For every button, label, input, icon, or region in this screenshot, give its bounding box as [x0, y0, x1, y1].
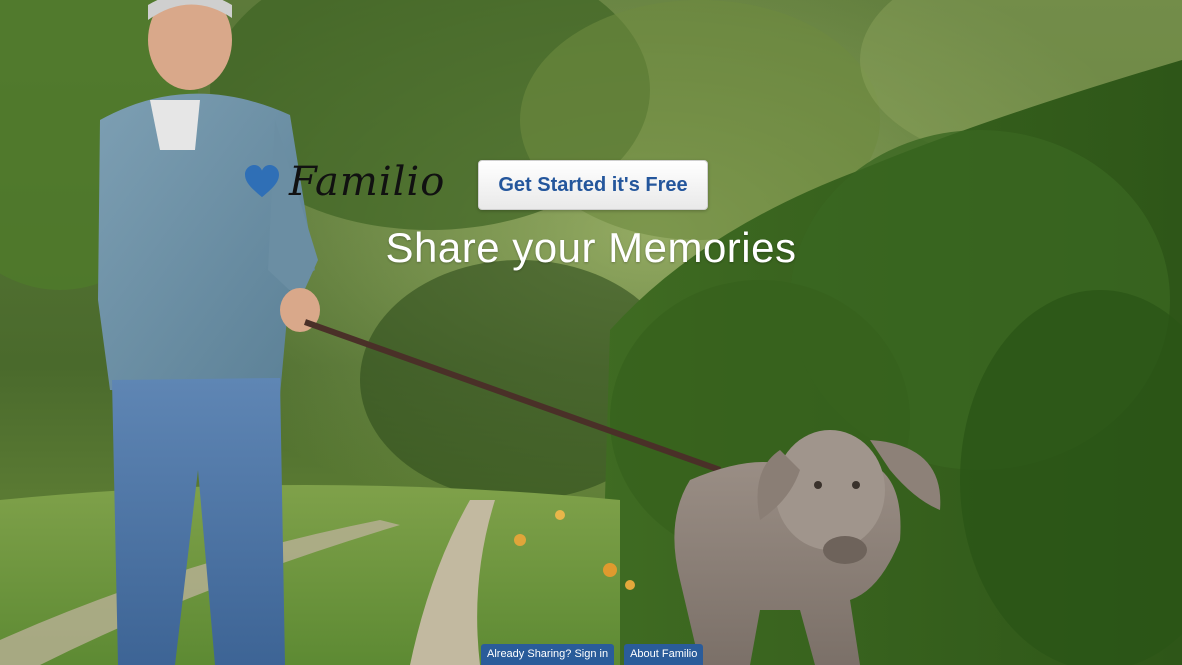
get-started-button[interactable]: Get Started it's Free — [478, 160, 708, 210]
hero-background-photo — [0, 0, 1182, 665]
brand-name: Familio — [289, 159, 446, 205]
sign-in-link[interactable]: Already Sharing? Sign in — [481, 644, 615, 665]
landing-page: Familio Get Started it's Free Share your… — [0, 0, 1182, 665]
footer-link-bar: Already Sharing? Sign in About Familio — [481, 644, 704, 665]
hero-tagline: Share your Memories — [385, 224, 797, 271]
brand-logo: Familio — [243, 162, 445, 202]
heart-icon — [245, 165, 279, 198]
about-familio-link[interactable]: About Familio — [624, 644, 704, 665]
